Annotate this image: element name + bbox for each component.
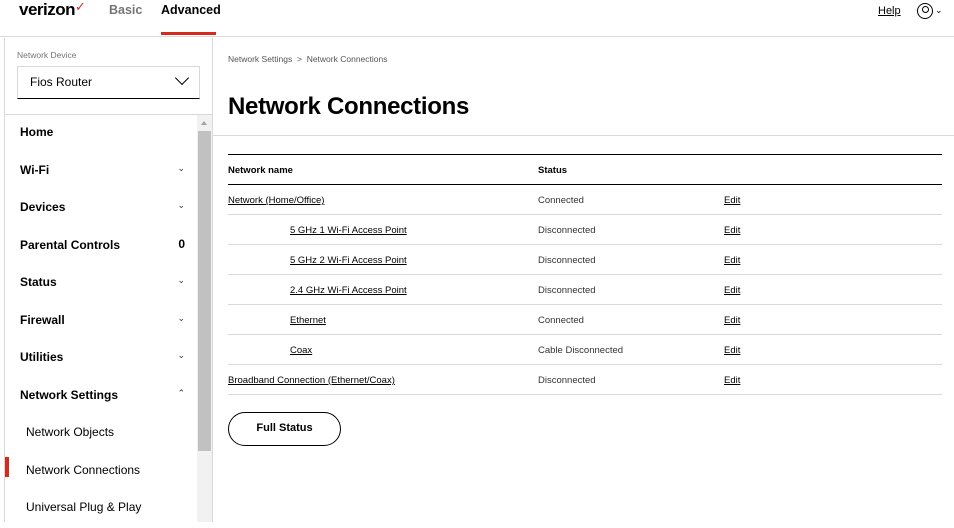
network-name-link[interactable]: 5 GHz 1 Wi-Fi Access Point	[290, 225, 407, 236]
table-row: Coax Cable Disconnected Edit	[228, 335, 942, 365]
connections-table: Network name Status Network (Home/Office)…	[228, 154, 942, 395]
header-network-name: Network name	[228, 165, 293, 176]
edit-link[interactable]: Edit	[724, 195, 740, 206]
tab-basic[interactable]: Basic	[109, 3, 142, 17]
edit-link[interactable]: Edit	[724, 255, 740, 266]
table-row: 2.4 GHz Wi-Fi Access Point Disconnected Ed…	[228, 275, 942, 305]
sidebar-item-network-objects[interactable]: Network Objects	[5, 415, 197, 453]
status-text: Disconnected	[538, 225, 596, 236]
edit-link[interactable]: Edit	[724, 375, 740, 386]
network-name-link[interactable]: 5 GHz 2 Wi-Fi Access Point	[290, 255, 407, 266]
chevron-down-icon	[174, 70, 190, 86]
chevron-down-icon: ⌄	[177, 312, 185, 323]
sidebar-item-parental-controls[interactable]: Parental Controls 0	[5, 228, 197, 266]
breadcrumb-network-settings[interactable]: Network Settings	[228, 54, 292, 64]
table-row: Broadband Connection (Ethernet/Coax) Disc…	[228, 365, 942, 395]
table-header: Network name Status	[228, 155, 942, 185]
status-text: Disconnected	[538, 255, 596, 266]
scroll-up-arrow-icon[interactable]	[201, 121, 207, 125]
chevron-down-icon: ⌄	[177, 275, 185, 285]
label: Firewall	[20, 312, 65, 327]
label: Universal Plug & Play	[26, 500, 142, 514]
help-link[interactable]: Help	[878, 5, 901, 17]
sidebar-scrollbar[interactable]	[197, 115, 212, 522]
sidebar-item-devices[interactable]: Devices ⌄	[5, 190, 197, 228]
verizon-logo[interactable]: verizon✓	[19, 0, 86, 20]
sidebar-item-status[interactable]: Status ⌄	[5, 265, 197, 303]
label: Devices	[20, 200, 66, 214]
breadcrumb: Network Settings > Network Connections	[228, 54, 387, 64]
edit-link[interactable]: Edit	[724, 225, 740, 236]
scrollbar-thumb[interactable]	[198, 131, 211, 451]
status-text: Disconnected	[538, 285, 596, 296]
label: Network Objects	[26, 425, 115, 439]
sidebar-item-firewall[interactable]: Firewall ⌄	[5, 303, 197, 341]
active-tab-indicator	[161, 32, 216, 35]
chevron-down-icon: ⌄	[177, 200, 185, 210]
sidebar-nav: Home Wi-Fi ⌄ Devices ⌄ Parental Controls 0 …	[5, 115, 197, 528]
breadcrumb-current: Network Connections	[306, 54, 388, 64]
edit-link[interactable]: Edit	[724, 315, 740, 326]
sidebar-item-home[interactable]: Home	[5, 115, 197, 153]
divider	[213, 135, 954, 136]
edit-link[interactable]: Edit	[724, 345, 740, 356]
chevron-down-icon[interactable]: ⌄	[935, 5, 943, 16]
status-text: Disconnected	[538, 375, 596, 386]
network-name-link[interactable]: 2.4 GHz Wi-Fi Access Point	[290, 285, 407, 296]
tab-advanced[interactable]: Advanced	[161, 3, 221, 17]
status-text: Connected	[538, 315, 584, 326]
label: Home	[20, 125, 54, 139]
network-name-link[interactable]: Network (Home/Office)	[228, 195, 324, 206]
device-value: Fios Router	[30, 75, 93, 89]
top-bar: verizon✓ Basic Advanced Help ⌄	[0, 0, 954, 37]
sidebar-item-network-settings[interactable]: Network Settings ⌃	[5, 378, 197, 416]
breadcrumb-separator: >	[296, 54, 302, 64]
sidebar-item-utilities[interactable]: Utilities ⌄	[5, 340, 197, 378]
status-text: Connected	[538, 195, 584, 206]
table-row: Network (Home/Office) Connected Edit	[228, 185, 942, 215]
page-title: Network Connections	[228, 93, 469, 120]
sidebar: Network Device Fios Router Home Wi-Fi ⌄ D…	[4, 38, 213, 522]
sidebar-item-wifi[interactable]: Wi-Fi ⌄	[5, 153, 197, 191]
sidebar-item-network-connections[interactable]: Network Connections	[5, 453, 197, 491]
label: Network Settings	[20, 387, 119, 402]
label: Parental Controls	[20, 237, 121, 252]
chevron-down-icon: ⌄	[177, 162, 185, 173]
user-account-icon[interactable]	[917, 3, 933, 19]
label: Utilities	[20, 350, 64, 364]
status-text: Cable Disconnected	[538, 345, 624, 356]
network-name-link[interactable]: Broadband Connection (Ethernet/Coax)	[228, 375, 395, 386]
label: Status	[20, 275, 57, 289]
parental-count: 0	[178, 236, 185, 251]
network-name-link[interactable]: Ethernet	[290, 315, 326, 326]
label: Network Connections	[26, 462, 141, 477]
full-status-button[interactable]: Full Status	[228, 412, 341, 446]
network-device-label: Network Device	[17, 50, 77, 60]
chevron-down-icon: ⌄	[177, 350, 185, 360]
table-row: 5 GHz 2 Wi-Fi Access Point Disconnected Ed…	[228, 245, 942, 275]
chevron-up-icon: ⌃	[177, 387, 185, 398]
logo-text: verizon	[19, 0, 76, 19]
checkmark-icon: ✓	[75, 0, 86, 14]
network-device-select[interactable]: Fios Router	[17, 66, 200, 99]
header-status: Status	[538, 165, 568, 176]
label: Wi-Fi	[20, 162, 50, 177]
table-row: Ethernet Connected Edit	[228, 305, 942, 335]
table-row: 5 GHz 1 Wi-Fi Access Point Disconnected Ed…	[228, 215, 942, 245]
edit-link[interactable]: Edit	[724, 285, 740, 296]
network-name-link[interactable]: Coax	[290, 345, 312, 356]
